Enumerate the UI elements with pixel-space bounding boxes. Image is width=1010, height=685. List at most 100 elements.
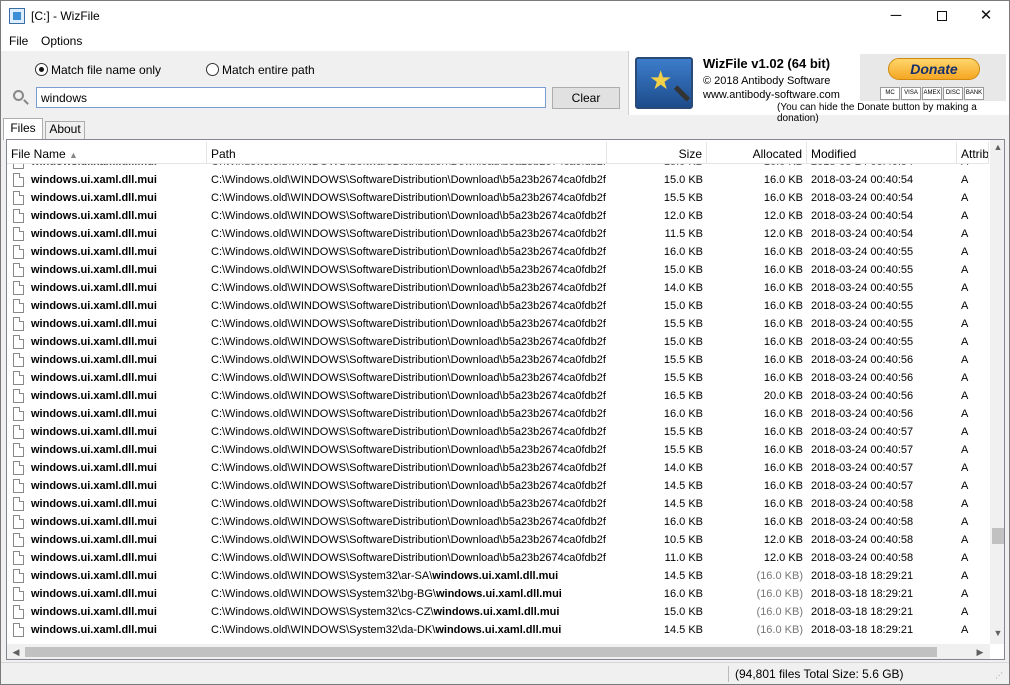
allocated-cell: 16.0 KB	[763, 372, 803, 384]
path-cell: C:\Windows.old\WINDOWS\SoftwareDistribut…	[211, 390, 606, 402]
path-cell: C:\Windows.old\WINDOWS\SoftwareDistribut…	[211, 174, 606, 186]
table-row[interactable]: windows.ui.xaml.dll.muiC:\Windows.old\WI…	[7, 387, 988, 405]
horizontal-scrollbar[interactable]: ◀ ▶	[7, 644, 990, 659]
table-row[interactable]: windows.ui.xaml.dll.muiC:\Windows.old\WI…	[7, 585, 988, 603]
path-cell: C:\Windows.old\WINDOWS\System32\cs-CZ\wi…	[207, 603, 607, 621]
path-cell: C:\Windows.old\WINDOWS\SoftwareDistribut…	[211, 246, 606, 258]
size-cell: 16.0 KB	[663, 516, 703, 528]
table-row[interactable]: windows.ui.xaml.dll.muiC:\Windows.old\WI…	[7, 495, 988, 513]
table-row[interactable]: windows.ui.xaml.dll.muiC:\Windows.old\WI…	[7, 441, 988, 459]
attributes-cell: A	[961, 264, 969, 276]
column-header-allocated[interactable]: Allocated	[707, 142, 807, 164]
donate-button[interactable]: Donate MC VISA AMEX DISC BANK	[860, 54, 1006, 101]
size-cell: 15.0 KB	[663, 174, 703, 186]
match-path-radio[interactable]: Match entire path	[206, 63, 315, 77]
table-row[interactable]: windows.ui.xaml.dll.muiC:\Windows.old\WI…	[7, 243, 988, 261]
attributes-cell: A	[961, 210, 969, 222]
size-cell: 14.0 KB	[663, 282, 703, 294]
scroll-left-icon[interactable]: ◀	[9, 644, 23, 659]
table-row[interactable]: windows.ui.xaml.dll.muiC:\Windows.old\WI…	[7, 567, 988, 585]
scroll-right-icon[interactable]: ▶	[973, 644, 987, 659]
search-input[interactable]	[36, 87, 546, 108]
allocated-cell: 16.0 KB	[763, 426, 803, 438]
results-rows: windows.ui.xaml.dll.mui C:\Windows.old\WI…	[7, 153, 988, 639]
path-cell: C:\Windows.old\WINDOWS\System32\da-DK\wi…	[207, 621, 607, 639]
path-cell: C:\Windows.old\WINDOWS\SoftwareDistribut…	[211, 462, 606, 474]
allocated-cell: 16.0 KB	[763, 282, 803, 294]
table-row[interactable]: windows.ui.xaml.dll.muiC:\Windows.old\WI…	[7, 369, 988, 387]
website-link[interactable]: www.antibody-software.com	[703, 89, 840, 101]
size-cell: 10.5 KB	[663, 534, 703, 546]
path-prefix: C:\Windows.old\WINDOWS\System32\cs-CZ\	[211, 606, 434, 618]
table-row[interactable]: windows.ui.xaml.dll.muiC:\Windows.old\WI…	[7, 351, 988, 369]
results-list[interactable]: windows.ui.xaml.dll.mui C:\Windows.old\WI…	[6, 139, 1005, 660]
maximize-button[interactable]	[919, 1, 965, 32]
wizfile-app-icon	[9, 8, 25, 24]
attributes-cell: A	[961, 624, 969, 636]
resize-grip-icon[interactable]: ⋰	[995, 671, 1005, 681]
status-summary: (94,801 files Total Size: 5.6 GB)	[735, 667, 904, 681]
table-row[interactable]: windows.ui.xaml.dll.muiC:\Windows.old\WI…	[7, 207, 988, 225]
vertical-scroll-thumb[interactable]	[992, 528, 1004, 544]
file-name-cell: windows.ui.xaml.dll.mui	[31, 336, 157, 348]
modified-cell: 2018-03-24 00:40:55	[811, 264, 914, 276]
product-name: WizFile v1.02 (64 bit)	[703, 56, 831, 71]
size-cell: 15.5 KB	[663, 354, 703, 366]
attributes-cell: A	[961, 192, 969, 204]
size-cell: 16.0 KB	[663, 408, 703, 420]
size-cell: 15.0 KB	[663, 606, 703, 618]
minimize-button[interactable]: ─	[873, 1, 919, 32]
column-header-path[interactable]: Path	[207, 142, 607, 164]
tab-files[interactable]: Files	[3, 118, 43, 140]
table-row[interactable]: windows.ui.xaml.dll.muiC:\Windows.old\WI…	[7, 549, 988, 567]
menu-file[interactable]: File	[9, 34, 28, 48]
table-row[interactable]: windows.ui.xaml.dll.muiC:\Windows.old\WI…	[7, 225, 988, 243]
table-row[interactable]: windows.ui.xaml.dll.muiC:\Windows.old\WI…	[7, 621, 988, 639]
horizontal-scroll-thumb[interactable]	[25, 647, 937, 657]
table-row[interactable]: windows.ui.xaml.dll.muiC:\Windows.old\WI…	[7, 333, 988, 351]
path-cell: C:\Windows.old\WINDOWS\SoftwareDistribut…	[211, 264, 606, 276]
path-cell: C:\Windows.old\WINDOWS\SoftwareDistribut…	[211, 300, 606, 312]
file-name-cell: windows.ui.xaml.dll.mui	[31, 480, 157, 492]
table-row[interactable]: windows.ui.xaml.dll.muiC:\Windows.old\WI…	[7, 603, 988, 621]
modified-cell: 2018-03-24 00:40:54	[811, 174, 914, 186]
allocated-cell: (16.0 KB)	[756, 570, 803, 582]
tab-about[interactable]: About	[45, 121, 85, 139]
path-cell: C:\Windows.old\WINDOWS\SoftwareDistribut…	[211, 282, 606, 294]
table-row[interactable]: windows.ui.xaml.dll.muiC:\Windows.old\WI…	[7, 513, 988, 531]
column-header-name[interactable]: File Name ▲	[7, 142, 207, 164]
menu-options[interactable]: Options	[41, 34, 82, 48]
table-row[interactable]: windows.ui.xaml.dll.muiC:\Windows.old\WI…	[7, 297, 988, 315]
file-name-cell: windows.ui.xaml.dll.mui	[31, 264, 157, 276]
table-row[interactable]: windows.ui.xaml.dll.muiC:\Windows.old\WI…	[7, 477, 988, 495]
path-cell: C:\Windows.old\WINDOWS\SoftwareDistribut…	[211, 354, 606, 366]
table-row[interactable]: windows.ui.xaml.dll.muiC:\Windows.old\WI…	[7, 171, 988, 189]
table-row[interactable]: windows.ui.xaml.dll.mui C:\Windows.old\WI…	[7, 261, 988, 279]
scroll-down-icon[interactable]: ▼	[990, 628, 1004, 642]
title-bar[interactable]: [C:] - WizFile ─ ✕	[1, 1, 1009, 32]
search-panel: Match file name only Match entire path C…	[1, 51, 628, 115]
close-button[interactable]: ✕	[963, 1, 1009, 32]
path-cell: C:\Windows.old\WINDOWS\System32\ar-SA\wi…	[207, 567, 607, 585]
table-row[interactable]: windows.ui.xaml.dll.muiC:\Windows.old\WI…	[7, 189, 988, 207]
clear-button[interactable]: Clear	[552, 87, 620, 109]
file-name-cell: windows.ui.xaml.dll.mui	[31, 498, 157, 510]
column-header-size[interactable]: Size	[607, 142, 707, 164]
table-row[interactable]: windows.ui.xaml.dll.muiC:\Windows.old\WI…	[7, 459, 988, 477]
table-row[interactable]: windows.ui.xaml.dll.muiC:\Windows.old\WI…	[7, 531, 988, 549]
table-row[interactable]: windows.ui.xaml.dll.muiC:\Windows.old\WI…	[7, 279, 988, 297]
allocated-cell: 16.0 KB	[763, 498, 803, 510]
table-row[interactable]: windows.ui.xaml.dll.muiC:\Windows.old\WI…	[7, 315, 988, 333]
branding-panel: WizFile v1.02 (64 bit) © 2018 Antibody S…	[628, 51, 1009, 124]
table-row[interactable]: windows.ui.xaml.dll.muiC:\Windows.old\WI…	[7, 423, 988, 441]
modified-cell: 2018-03-18 18:29:21	[811, 606, 914, 618]
match-name-radio[interactable]: Match file name only	[35, 63, 161, 77]
modified-cell: 2018-03-24 00:40:55	[811, 318, 914, 330]
table-row[interactable]: windows.ui.xaml.dll.muiC:\Windows.old\WI…	[7, 405, 988, 423]
modified-cell: 2018-03-24 00:40:55	[811, 246, 914, 258]
scroll-up-icon[interactable]: ▲	[990, 142, 1004, 156]
match-name-label: Match file name only	[51, 63, 162, 77]
column-header-attributes[interactable]: Attrib	[957, 142, 989, 164]
vertical-scrollbar[interactable]: ▲ ▼	[990, 140, 1004, 644]
column-header-modified[interactable]: Modified	[807, 142, 957, 164]
